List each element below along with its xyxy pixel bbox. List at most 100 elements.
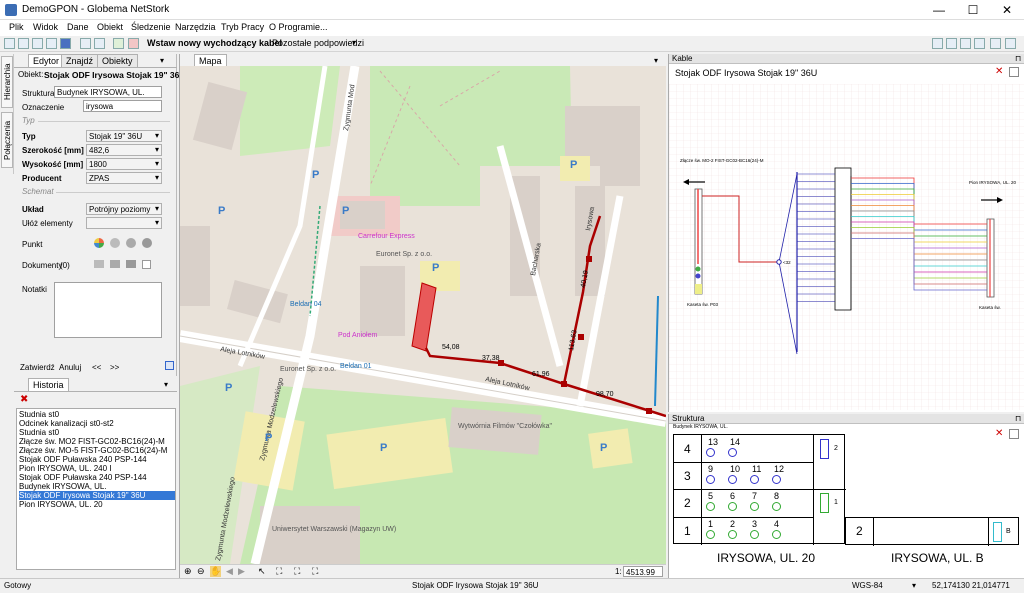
producent-select[interactable]: ZPAS [86,172,162,184]
hints-dropdown[interactable]: Pozostałe podpowiedzi [272,38,364,48]
zoom-out-icon[interactable]: ⊖ [197,566,205,577]
layout-4-icon[interactable] [974,38,985,49]
layout-2-icon[interactable] [946,38,957,49]
list-item[interactable]: Pion IRYSOWA, UL. 240 I [19,464,111,473]
list-item[interactable]: Pion IRYSOWA, UL. 20 [19,500,103,509]
room-circle-icon[interactable] [772,530,781,539]
history-chevron-icon[interactable]: ▾ [164,380,168,389]
room-circle-icon[interactable] [728,502,737,511]
map-canvas[interactable]: Aleja Lotników Aleja Lotników Zygmunta M… [180,66,666,564]
clear-history-icon[interactable]: ✖ [20,395,28,405]
list-item[interactable]: Odcinek kanalizacji st0-st2 [19,419,114,428]
typ-select[interactable]: Stojak 19" 36U [86,130,162,142]
punkt-gps-icon[interactable] [110,238,120,248]
insert-cable-button[interactable]: Wstaw nowy wychodzący kabel [147,38,282,48]
cables-print-icon[interactable] [1009,67,1019,77]
cables-close-icon[interactable]: ✕ [995,66,1003,77]
list-item-selected[interactable]: Stojak ODF Irysowa Stojak 19" 36U [19,491,175,500]
copy-icon[interactable] [80,38,91,49]
room-circle-icon[interactable] [728,448,737,457]
riser-icon[interactable] [820,493,829,513]
room-circle-icon[interactable] [706,530,715,539]
minimize-button[interactable]: — [922,0,956,20]
list-item[interactable]: Stojak ODF Puławska 240 PSP-144 [19,455,147,464]
add-icon[interactable] [113,38,124,49]
tab-historia[interactable]: Historia [28,378,69,391]
scale-input[interactable]: 4513.99 [623,566,663,577]
zoom-extent-icon[interactable]: ⛶ [276,566,282,577]
delete-icon[interactable] [128,38,139,49]
layout-1-icon[interactable] [932,38,943,49]
paste-icon[interactable] [94,38,105,49]
structure-close-icon[interactable]: ✕ [995,428,1003,439]
open-icon[interactable] [18,38,29,49]
tab-edytor[interactable]: Edytor [28,54,65,67]
room-circle-icon[interactable] [772,502,781,511]
punkt-globe-icon[interactable] [126,238,136,248]
list-item[interactable]: Studnia st0 [19,410,59,419]
punkt-sphere-icon[interactable] [142,238,152,248]
forward-icon[interactable]: ▶ [238,566,245,577]
room-circle-icon[interactable] [750,502,759,511]
menu-sledzenie[interactable]: Śledzenie [131,22,171,32]
back-icon[interactable]: ◀ [226,566,233,577]
menu-widok[interactable]: Widok [33,22,58,32]
hints-chevron-down-icon[interactable]: ▾ [352,38,356,47]
map-menu-chevron-icon[interactable]: ▾ [654,56,658,65]
list-item[interactable]: Stojak ODF Puławska 240 PSP-144 [19,473,147,482]
zatwierdz-button[interactable]: Zatwierdź [20,363,55,372]
layout-3-icon[interactable] [960,38,971,49]
pan-icon[interactable]: ✋ [210,566,222,577]
print-icon[interactable] [32,38,43,49]
prev-button[interactable]: << [92,363,101,372]
menu-o-programie[interactable]: O Programie... [269,22,328,32]
struktura-field[interactable]: Budynek IRYSOWA, UL. [54,86,162,98]
new-document-icon[interactable] [142,260,151,269]
room-circle-icon[interactable] [728,530,737,539]
room-circle-icon[interactable] [772,475,781,484]
cables-pin-icon[interactable]: ⊓ [1015,54,1021,63]
anuluj-button[interactable]: Anuluj [59,363,81,372]
room-circle-icon[interactable] [750,475,759,484]
zoom-full-icon[interactable]: ⛶ [312,566,318,577]
menu-plik[interactable]: Plik [9,22,24,32]
riser-icon[interactable] [993,522,1002,542]
close-button[interactable]: ✕ [990,0,1024,20]
list-item[interactable]: Złącze św. MO-5 FIST-GC02-BC16(24)-M [19,446,167,455]
book-icon[interactable] [165,361,174,370]
room-circle-icon[interactable] [750,530,759,539]
uloz-elementy-select[interactable] [86,217,162,229]
room-circle-icon[interactable] [706,475,715,484]
print-preview-icon[interactable] [46,38,57,49]
new-icon[interactable] [4,38,15,49]
folder-icon[interactable] [94,260,104,268]
punkt-color-icon[interactable] [94,238,104,248]
tab-polaczenia[interactable]: Połączenia [1,112,13,168]
list-item[interactable]: Budynek IRYSOWA, UL. [19,482,107,491]
room-circle-icon[interactable] [728,475,737,484]
szerokosc-select[interactable]: 482,6 [86,144,162,156]
list-item[interactable]: Studnia st0 [19,428,59,437]
panel-menu-chevron-icon[interactable]: ▾ [160,56,164,65]
select-icon[interactable]: ↖ [258,566,266,577]
tab-hierarchia[interactable]: Hierarchia [1,56,13,108]
next-button[interactable]: >> [110,363,119,372]
menu-narzedzia[interactable]: Narzędzia [175,22,216,32]
crs-select[interactable]: WGS-84 [852,581,883,590]
uklad-select[interactable]: Potrójny poziomy [86,203,162,215]
image-icon[interactable] [110,260,120,268]
menu-dane[interactable]: Dane [67,22,89,32]
layout-6-icon[interactable] [1005,38,1016,49]
room-circle-icon[interactable] [706,448,715,457]
oznaczenie-field[interactable]: irysowa [83,100,162,112]
menu-obiekt[interactable]: Obiekt [97,22,123,32]
maximize-button[interactable]: ☐ [956,0,990,20]
layout-5-icon[interactable] [990,38,1001,49]
save-icon[interactable] [60,38,71,49]
riser-icon[interactable] [820,439,829,459]
zoom-window-icon[interactable]: ⛶ [294,566,300,577]
menu-tryb-pracy[interactable]: Tryb Pracy [221,22,264,32]
list-item[interactable]: Złącze św. MO2 FIST-GC02-BC16(24)-M [19,437,165,446]
crs-chevron-icon[interactable]: ▾ [912,581,916,590]
tab-obiekty[interactable]: Obiekty [97,54,138,67]
